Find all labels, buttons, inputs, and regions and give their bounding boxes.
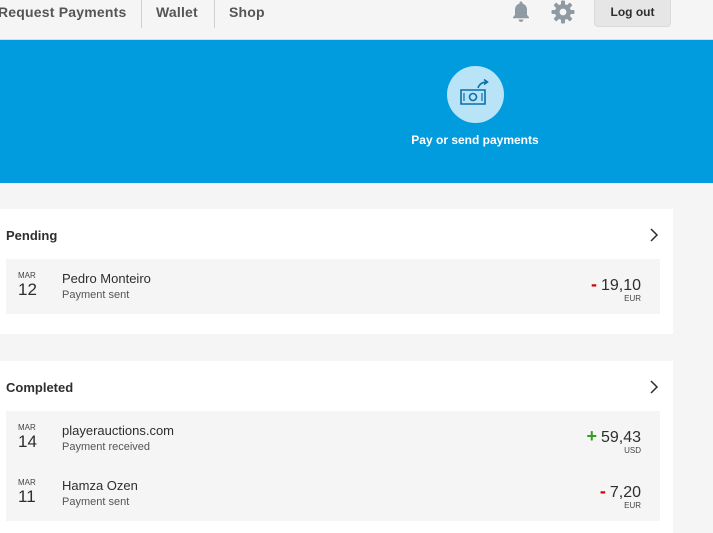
gear-icon[interactable] bbox=[551, 0, 575, 24]
transaction-month: MAR bbox=[18, 478, 36, 487]
transaction-day: 12 bbox=[18, 280, 37, 299]
transaction-currency: USD bbox=[624, 446, 641, 455]
transaction-amount: -19,10 bbox=[591, 274, 641, 295]
transaction-currency: EUR bbox=[624, 501, 641, 510]
transaction-status: Payment received bbox=[62, 441, 151, 453]
transaction-row[interactable]: MAR 14 playerauctions.com Payment receiv… bbox=[6, 411, 660, 466]
bell-icon[interactable] bbox=[509, 0, 533, 24]
transaction-name: playerauctions.com bbox=[62, 423, 174, 438]
amount-sign: - bbox=[590, 274, 597, 294]
transaction-status: Payment sent bbox=[62, 496, 130, 508]
logout-button[interactable]: Log out bbox=[594, 0, 671, 27]
amount-sign: - bbox=[599, 481, 606, 501]
pay-or-send-label: Pay or send payments bbox=[411, 133, 539, 147]
send-money-icon bbox=[460, 78, 489, 105]
nav-divider bbox=[214, 0, 215, 28]
completed-card: Completed MAR 14 playerauctions.com Paym… bbox=[0, 361, 673, 533]
transaction-month: MAR bbox=[18, 271, 36, 280]
chevron-right-icon[interactable] bbox=[648, 227, 660, 243]
amount-sign: + bbox=[586, 426, 597, 446]
nav-wallet[interactable]: Wallet bbox=[156, 0, 198, 28]
amount-value: 7,20 bbox=[609, 484, 641, 501]
pending-title: Pending bbox=[6, 228, 58, 243]
transaction-amount: +59,43 bbox=[586, 426, 641, 447]
transaction-name: Pedro Monteiro bbox=[62, 271, 151, 286]
nav-divider bbox=[141, 0, 142, 28]
completed-title: Completed bbox=[6, 380, 74, 395]
nav-shop[interactable]: Shop bbox=[229, 0, 265, 28]
transaction-status: Payment sent bbox=[62, 289, 130, 301]
nav-request-payments[interactable]: Request Payments bbox=[0, 0, 126, 28]
top-nav-bar: Request Payments Wallet Shop Log out bbox=[0, 0, 713, 40]
transaction-row[interactable]: MAR 12 Pedro Monteiro Payment sent -19,1… bbox=[6, 259, 660, 314]
pay-or-send-button[interactable]: Pay or send payments bbox=[405, 66, 545, 147]
pending-card: Pending MAR 12 Pedro Monteiro Payment se… bbox=[0, 209, 673, 334]
pay-icon-circle bbox=[446, 66, 504, 123]
transaction-row[interactable]: MAR 11 Hamza Ozen Payment sent -7,20 EUR bbox=[6, 466, 660, 521]
hero-banner: Pay or send payments bbox=[0, 40, 713, 183]
transaction-day: 14 bbox=[18, 432, 37, 451]
transaction-name: Hamza Ozen bbox=[62, 478, 138, 493]
amount-value: 19,10 bbox=[600, 277, 641, 294]
transaction-month: MAR bbox=[18, 423, 36, 432]
chevron-right-icon[interactable] bbox=[648, 379, 660, 395]
transaction-amount: -7,20 bbox=[600, 481, 641, 502]
amount-value: 59,43 bbox=[600, 429, 641, 446]
transaction-day: 11 bbox=[18, 487, 36, 506]
transaction-currency: EUR bbox=[624, 294, 641, 303]
